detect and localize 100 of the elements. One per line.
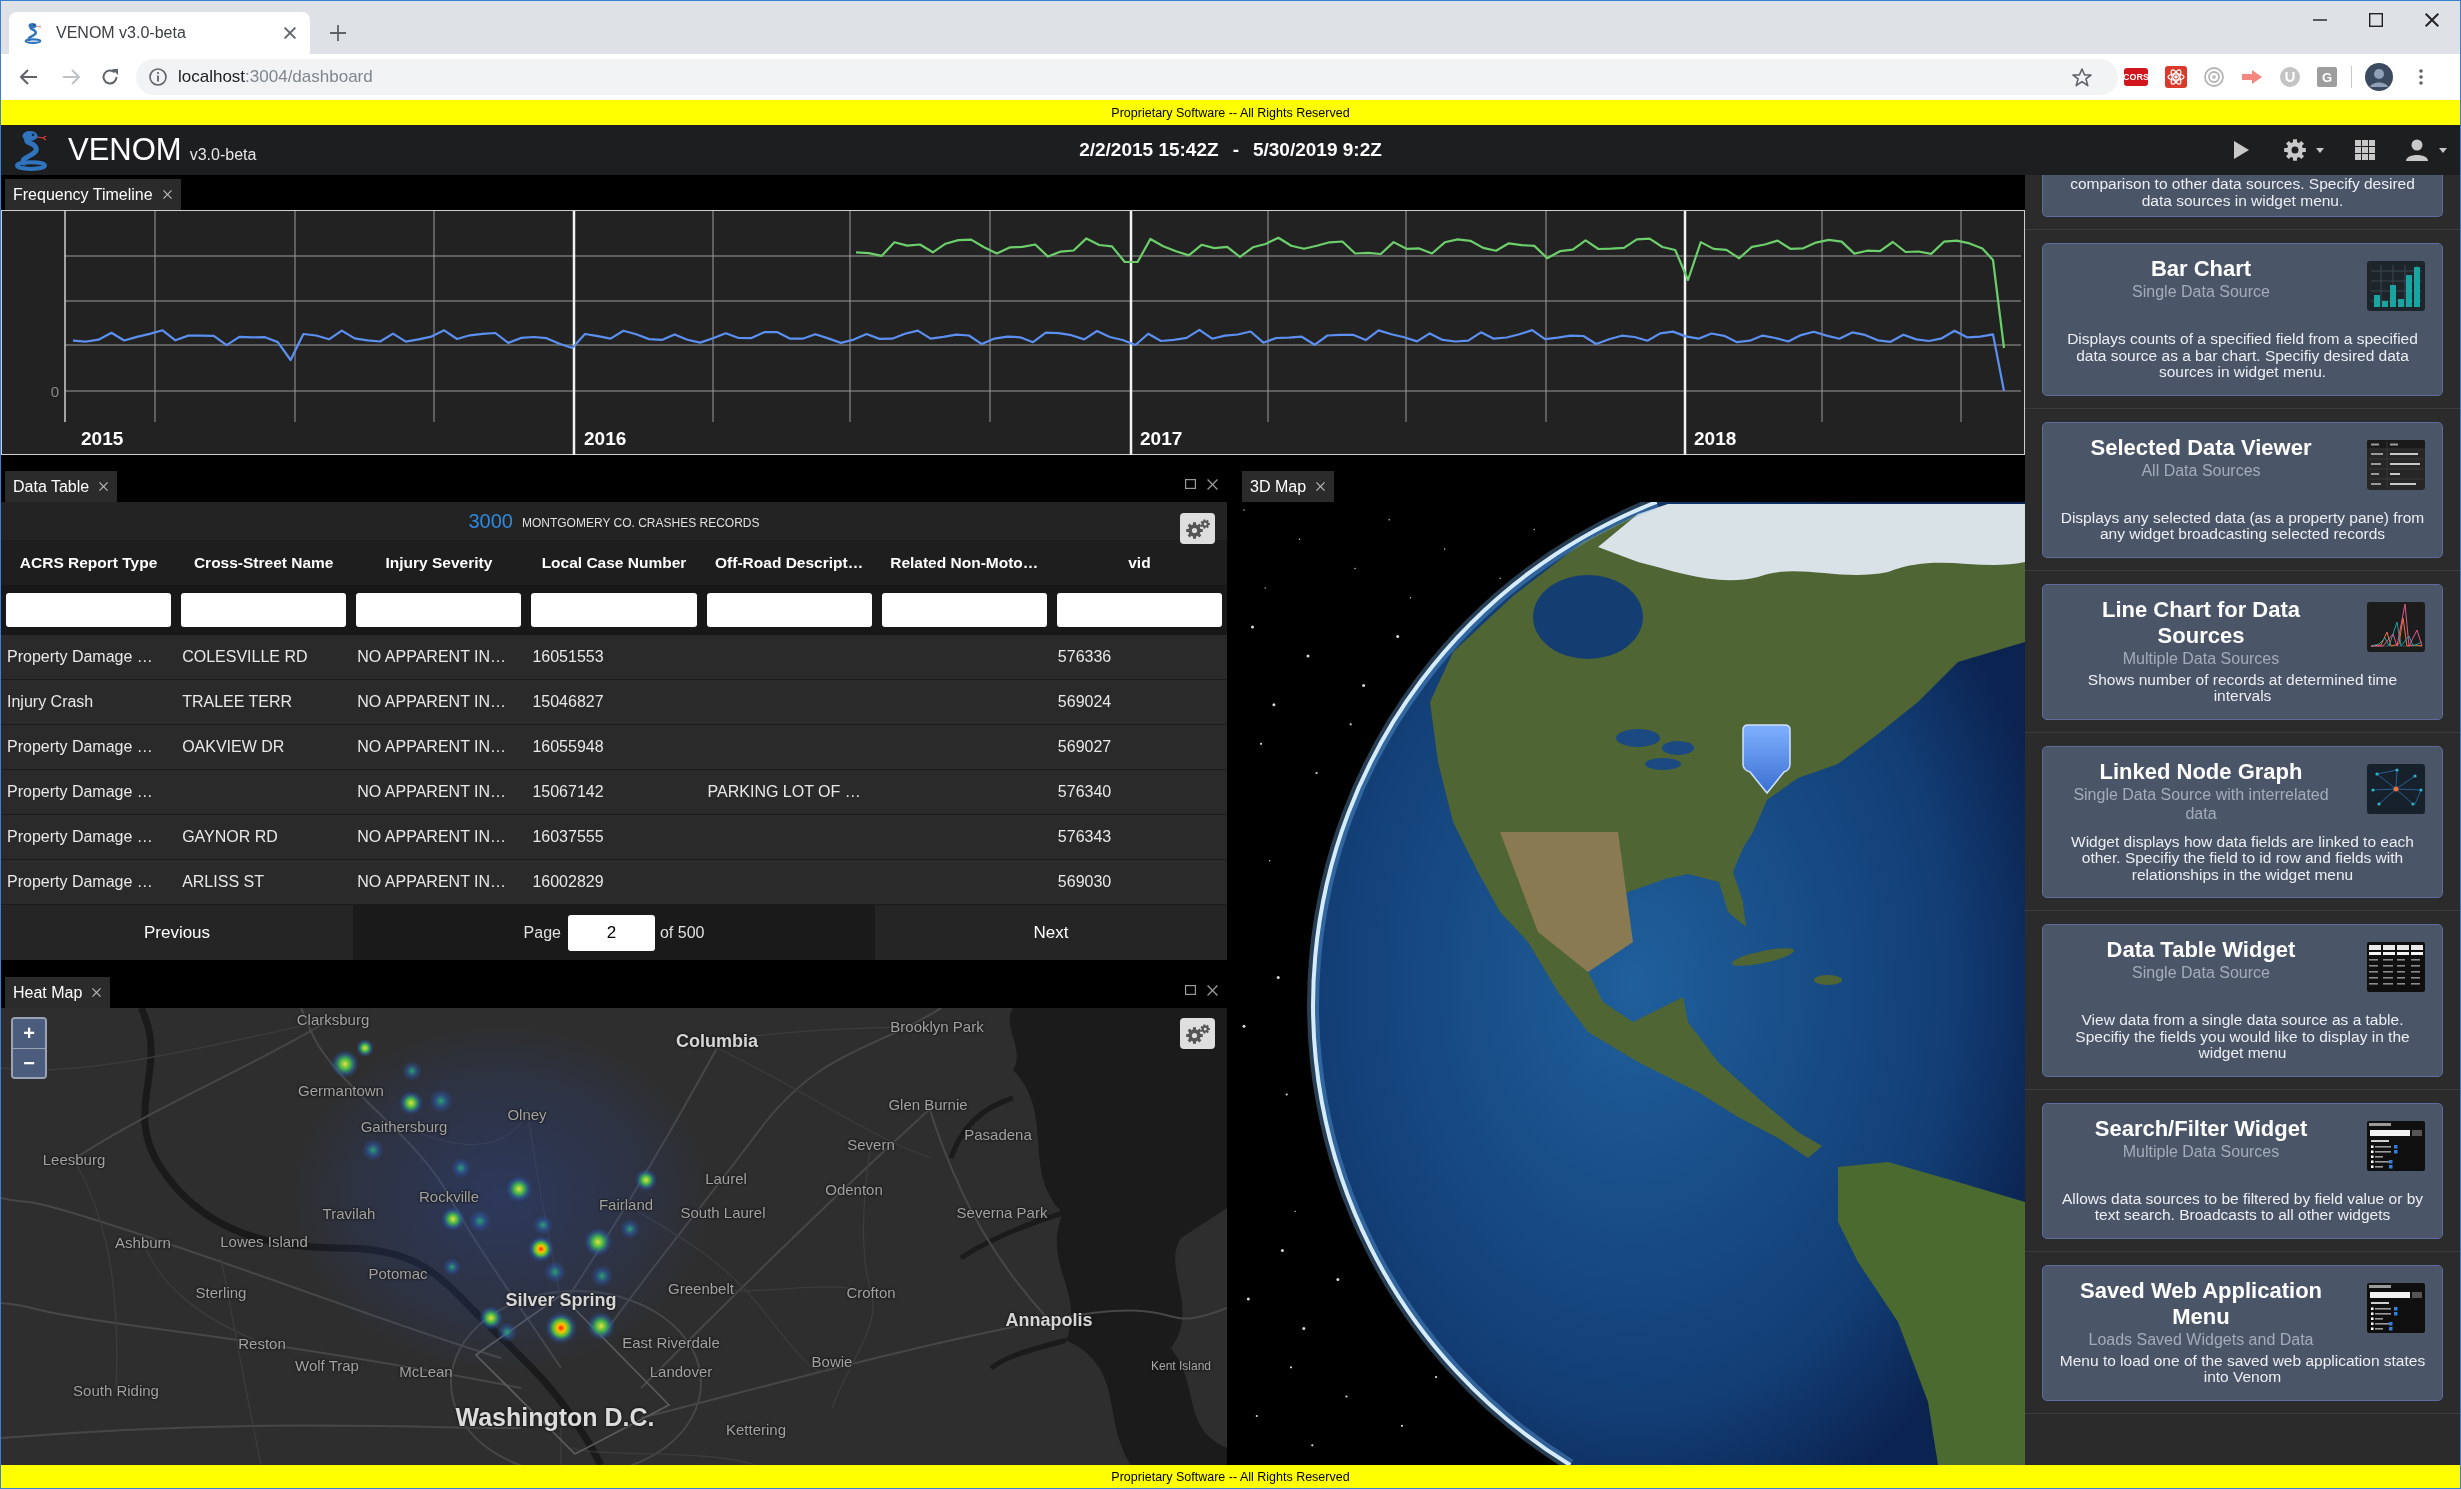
maximize-icon[interactable]	[1185, 985, 1196, 995]
place-label: Kent Island	[1151, 1359, 1211, 1373]
panel-tab[interactable]: Frequency Timeline	[5, 179, 181, 210]
page-label: Page	[523, 923, 561, 942]
settings-button[interactable]	[1180, 513, 1215, 544]
widget-description: Allows data sources to be filtered by field value or by text search. Broadcasts to all other widgets	[2061, 1190, 2424, 1224]
gears-icon	[1185, 518, 1210, 539]
heat-spot	[429, 1089, 453, 1113]
place-label: Potomac	[368, 1264, 428, 1282]
zoom-out-button[interactable]: −	[13, 1048, 45, 1077]
heat-spot	[528, 1236, 554, 1262]
gear-icon[interactable]	[2284, 139, 2306, 161]
grid-icon[interactable]	[2355, 140, 2375, 160]
panel-tab[interactable]: Data Table	[5, 471, 118, 502]
page-total-label: of 500	[659, 923, 705, 942]
widget-description: Menu to load one of the saved web application states into Venom	[2058, 1352, 2427, 1386]
table-cell-text: TRALEE TERR	[181, 693, 294, 711]
panel-tab[interactable]: 3D Map	[1242, 471, 1335, 502]
widget-source: Multiple Data Sources	[2121, 1141, 2281, 1161]
settings-button[interactable]	[1180, 1018, 1215, 1049]
atom-icon[interactable]	[2165, 66, 2187, 88]
maximize-icon[interactable]	[1185, 479, 1196, 489]
panel-tab[interactable]: Heat Map	[5, 977, 111, 1008]
close-icon[interactable]	[162, 190, 172, 199]
close-icon[interactable]	[1316, 482, 1326, 491]
heat-spot	[587, 1312, 615, 1340]
widget-source: Loads Saved Widgets and Data	[2087, 1329, 2315, 1349]
filter-field[interactable]	[706, 593, 872, 627]
next-button[interactable]: Next	[875, 905, 1227, 960]
widget-card[interactable]: Line Chart for Data Sources Multiple Data Sources Shows number of records at determined time intervals	[2042, 583, 2443, 720]
widget-card[interactable]: Selected Data Viewer All Data Sources Displays any selected data (as a property pane) from any widget broadcasting selected records	[2042, 421, 2443, 558]
table-cell-text: 15046827	[531, 693, 605, 711]
widget-source: Multiple Data Sources	[2121, 648, 2281, 668]
menu-dots-icon[interactable]	[2419, 69, 2423, 85]
star-icon[interactable]	[2072, 67, 2092, 87]
widget-title: Line Chart for Data Sources	[2101, 596, 2301, 649]
user-icon[interactable]	[2406, 139, 2428, 161]
table-cell-text: NO APPARENT IN…	[356, 873, 508, 891]
filter-field[interactable]	[6, 593, 172, 627]
close-icon[interactable]	[284, 27, 296, 39]
reload-icon[interactable]	[101, 68, 119, 86]
property-table-icon	[2367, 439, 2425, 490]
back-icon[interactable]	[20, 69, 38, 85]
address-field[interactable]: localhost:3004/dashboard	[136, 59, 2118, 95]
widget-card[interactable]: Saved Web Application Menu Loads Saved Widgets and Data Menu to load one of the saved web application states into Venom	[2042, 1264, 2443, 1401]
close-icon[interactable]	[2425, 13, 2439, 27]
place-label: South Riding	[73, 1381, 159, 1399]
filter-field[interactable]	[356, 593, 522, 627]
widget-title: Data Table Widget	[2105, 937, 2297, 963]
table-preview-icon	[2367, 942, 2425, 992]
close-icon[interactable]	[1207, 984, 1218, 996]
previous-button[interactable]: Previous	[1, 905, 353, 960]
table-cell-text: GAYNOR RD	[181, 828, 279, 846]
column-header: Local Case Number	[540, 553, 688, 572]
heat-spot	[545, 1312, 577, 1344]
place-label: Clarksburg	[296, 1010, 370, 1028]
widget-title: Linked Node Graph	[2098, 758, 2304, 785]
widget-card[interactable]: Linked Node Graph Single Data Source with interrelated data Widget displays how data fields are linked to each other. Specifiy the field to id row and fields with relationships in the widget menu	[2042, 745, 2443, 898]
close-icon[interactable]	[99, 482, 109, 491]
maximize-icon[interactable]	[2369, 13, 2383, 27]
plus-icon[interactable]	[330, 25, 346, 41]
browser-tab[interactable]: VENOM v3.0-beta	[9, 12, 310, 54]
widget-source: Single Data Source	[2131, 963, 2271, 982]
filter-field[interactable]	[1056, 593, 1222, 627]
heat-spot	[591, 1265, 613, 1287]
play-icon[interactable]	[2234, 141, 2249, 159]
heat-spot	[469, 1210, 491, 1232]
place-label: Greenbelt	[668, 1279, 734, 1297]
bar-chart-icon	[2367, 261, 2425, 311]
caret-icon[interactable]	[2316, 147, 2324, 153]
extension-button[interactable]: CORS	[2124, 68, 2148, 86]
filter-field[interactable]	[181, 593, 347, 627]
filter-field[interactable]	[531, 593, 697, 627]
heat-spot	[635, 1169, 657, 1191]
table-cell-text: Property Damage …	[6, 783, 154, 801]
axis-tick-label: 0	[50, 383, 59, 400]
widget-card[interactable]: Bar Chart Single Data Source Displays counts of a specified field from a specified data source as a bar chart. Specifiy desired data sources in widget menu.	[2042, 243, 2443, 396]
page-field[interactable]: 2	[567, 914, 655, 951]
avatar-icon[interactable]	[2365, 63, 2393, 91]
table-cell-text: PARKING LOT OF …	[706, 783, 862, 801]
widget-source: All Data Sources	[2140, 460, 2262, 480]
year-label: 2015	[81, 428, 124, 449]
widget-card[interactable]: Search/Filter Widget Multiple Data Sources Allows data sources to be filtered by field value or by text search. Broadcasts to all other widgets	[2042, 1102, 2443, 1239]
record-count: 3000	[468, 509, 513, 533]
place-label: Olney	[507, 1105, 547, 1123]
date-range-start: 2/2/2015 15:42Z	[1079, 139, 1219, 161]
widget-card[interactable]: Data Table Widget Single Data Source View data from a single data source as a table. Specifiy the fields you would like to display in the widget menu	[2042, 924, 2443, 1077]
widget-card[interactable]: comparison to other data sources. Specify desired data sources in widget menu.	[2042, 175, 2443, 217]
place-label: Laurel	[705, 1169, 747, 1187]
table-cell-text: COLESVILLE RD	[181, 648, 309, 666]
widget-title: Selected Data Viewer	[2089, 434, 2313, 461]
close-icon[interactable]	[1207, 478, 1218, 490]
place-label: Fairland	[598, 1195, 654, 1213]
filter-field[interactable]	[881, 593, 1047, 627]
close-icon[interactable]	[92, 988, 102, 997]
caret-icon[interactable]	[2439, 147, 2447, 153]
place-label: Brooklyn Park	[890, 1017, 984, 1035]
place-label: Sterling	[195, 1283, 247, 1301]
heat-spot	[497, 1322, 517, 1342]
search-panel-icon	[2367, 1282, 2425, 1333]
